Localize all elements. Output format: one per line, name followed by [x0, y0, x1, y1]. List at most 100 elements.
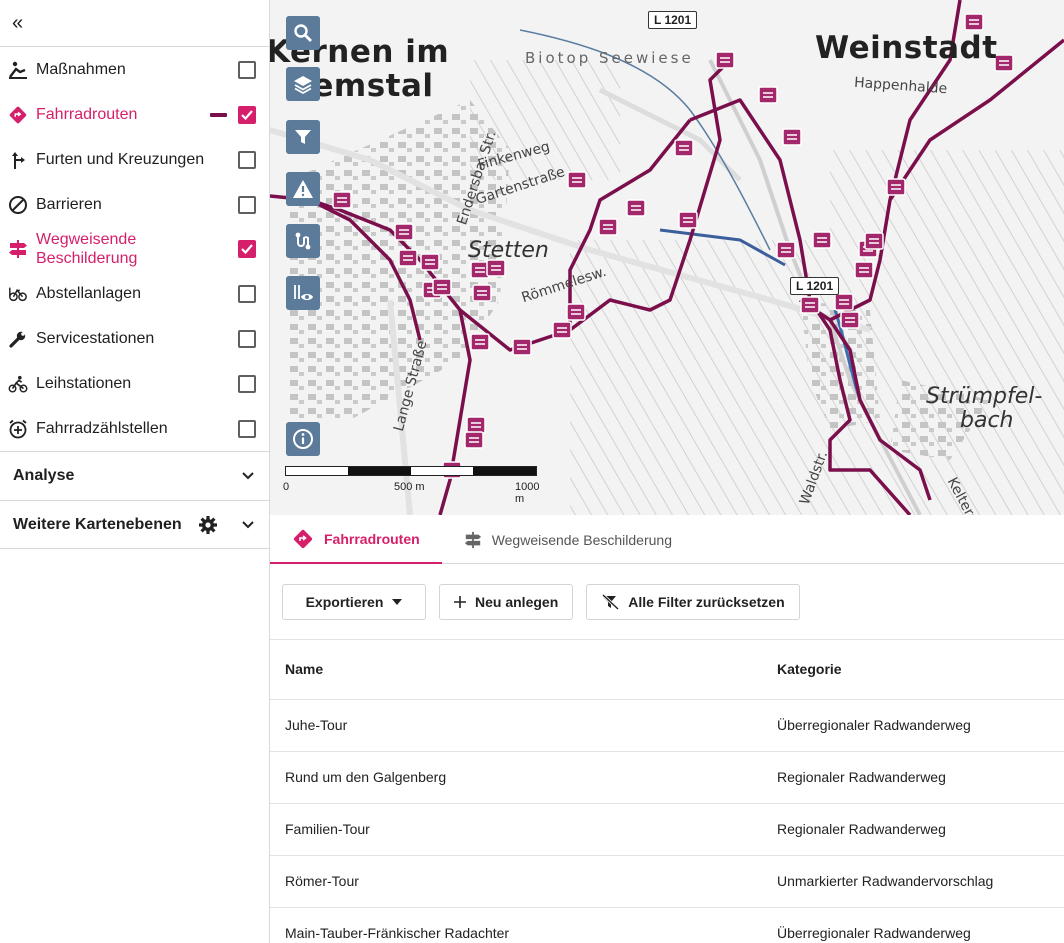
layer-checkbox[interactable]: [238, 150, 256, 169]
table-header-row: Name Kategorie: [270, 640, 1064, 700]
section-title: Analyse: [13, 467, 75, 484]
cell-category: Unmarkierter Radwandervorschlag: [777, 855, 1064, 908]
signpost-marker[interactable]: [466, 416, 486, 434]
checkmark-icon: [241, 244, 253, 255]
signpost-marker[interactable]: [398, 249, 418, 267]
signpost-marker[interactable]: [470, 333, 490, 351]
signpost-marker[interactable]: [834, 293, 854, 311]
tab-label: Fahrradrouten: [324, 530, 420, 547]
signpost-marker[interactable]: [994, 54, 1014, 72]
table-row[interactable]: Main-Tauber-Fränkischer Radachter Überre…: [270, 907, 1064, 943]
layer-label: Leihstationen: [36, 375, 132, 392]
reset-filters-label: Alle Filter zurücksetzen: [628, 593, 785, 610]
layer-checkbox[interactable]: [238, 60, 256, 79]
new-entry-button[interactable]: Neu anlegen: [439, 583, 574, 620]
routes-table: Name Kategorie Juhe-Tour Überregionaler …: [270, 640, 1064, 943]
column-header-category[interactable]: Kategorie: [777, 640, 1064, 700]
map-route-button[interactable]: [286, 224, 320, 258]
construction-worker-icon: [8, 60, 28, 80]
scale-label-1000: 1000 m: [515, 481, 540, 505]
signpost-marker[interactable]: [864, 232, 884, 250]
road-badge-l1201: L 1201: [790, 277, 840, 295]
signpost-marker[interactable]: [472, 284, 492, 302]
signpost-marker[interactable]: [715, 51, 735, 69]
table-toolbar: Exportieren Neu anlegen Alle Filter zurü…: [270, 564, 1064, 640]
signpost-marker[interactable]: [394, 223, 414, 241]
layer-item-barrieren[interactable]: Barrieren: [0, 182, 269, 227]
signpost-marker[interactable]: [567, 171, 587, 189]
signpost-marker[interactable]: [782, 128, 802, 146]
layer-item-fahrradrouten[interactable]: Fahrradrouten: [0, 92, 269, 137]
layer-item-zaehlstellen[interactable]: Fahrradzählstellen: [0, 406, 269, 451]
section-analyse[interactable]: Analyse: [0, 451, 269, 500]
signpost-marker[interactable]: [598, 218, 618, 236]
map-view[interactable]: Kernen im Remstal Weinstadt Stetten Strü…: [270, 0, 1064, 515]
layer-item-beschilderung[interactable]: Wegweisende Beschilderung: [0, 227, 269, 271]
panel-tabs: Fahrradrouten Wegweisende Beschilderung: [270, 515, 1064, 564]
signpost-marker[interactable]: [840, 311, 860, 329]
table-row[interactable]: Rund um den Galgenberg Regionaler Radwan…: [270, 751, 1064, 804]
signpost-marker[interactable]: [552, 321, 572, 339]
layer-label: Wegweisende Beschilderung: [36, 231, 138, 267]
layer-checkbox[interactable]: [238, 329, 256, 348]
table-row[interactable]: Juhe-Tour Überregionaler Radwanderweg: [270, 699, 1064, 752]
layer-checkbox[interactable]: [238, 374, 256, 393]
section-weitere-kartenebenen[interactable]: Weitere Kartenebenen: [0, 500, 269, 549]
plus-icon: [454, 595, 466, 608]
gear-icon[interactable]: [198, 515, 218, 535]
signpost-marker[interactable]: [812, 231, 832, 249]
chevron-down-icon: [242, 472, 254, 480]
prohibited-icon: [8, 195, 28, 215]
visibility-icon: [294, 285, 313, 300]
signpost-marker[interactable]: [332, 191, 352, 209]
signpost-marker[interactable]: [674, 139, 694, 157]
map-layers-button[interactable]: [286, 67, 320, 101]
layer-item-massnahmen[interactable]: Maßnahmen: [0, 47, 269, 92]
signpost-marker[interactable]: [566, 303, 586, 321]
column-header-name[interactable]: Name: [270, 640, 777, 700]
reset-filters-button[interactable]: Alle Filter zurücksetzen: [586, 583, 800, 620]
bike-rider-icon: [8, 374, 28, 394]
layer-checkbox[interactable]: [238, 240, 256, 258]
signpost-marker[interactable]: [886, 178, 906, 196]
signpost-marker[interactable]: [432, 278, 452, 296]
map-warning-button[interactable]: [286, 172, 320, 206]
layer-item-servicestationen[interactable]: Servicestationen: [0, 316, 269, 361]
signpost-marker[interactable]: [420, 253, 440, 271]
layer-checkbox[interactable]: [238, 105, 256, 124]
scalebar-segment: [473, 467, 536, 475]
signpost-marker[interactable]: [776, 241, 796, 259]
tab-wegweisende-beschilderung[interactable]: Wegweisende Beschilderung: [442, 515, 694, 564]
layer-item-furten[interactable]: Furten und Kreuzungen: [0, 137, 269, 182]
map-visibility-button[interactable]: [286, 276, 320, 310]
layer-item-abstellanlagen[interactable]: Abstellanlagen: [0, 271, 269, 316]
tab-fahrradrouten[interactable]: Fahrradrouten: [270, 515, 442, 564]
collapse-sidebar-button[interactable]: «: [0, 0, 269, 47]
layer-checkbox[interactable]: [238, 419, 256, 438]
layer-checkbox[interactable]: [238, 284, 256, 303]
signpost-marker[interactable]: [854, 261, 874, 279]
table-row[interactable]: Römer-Tour Unmarkierter Radwandervorschl…: [270, 855, 1064, 908]
signpost-marker[interactable]: [964, 13, 984, 31]
cell-name: Römer-Tour: [270, 855, 777, 908]
signpost-marker[interactable]: [512, 338, 532, 356]
search-icon: [294, 24, 312, 42]
export-button[interactable]: Exportieren: [282, 583, 426, 620]
data-panel: Fahrradrouten Wegweisende Beschilderung …: [270, 515, 1064, 943]
map-search-button[interactable]: [286, 16, 320, 50]
warning-icon: [293, 180, 313, 198]
map-scalebar: 0 500 m 1000 m: [283, 466, 539, 505]
map-filter-button[interactable]: [286, 120, 320, 154]
info-icon: [293, 429, 313, 449]
signpost-marker[interactable]: [800, 296, 820, 314]
table-row[interactable]: Familien-Tour Regionaler Radwanderweg: [270, 803, 1064, 856]
signpost-marker[interactable]: [678, 211, 698, 229]
signpost-marker[interactable]: [758, 86, 778, 104]
caret-down-icon: [392, 598, 403, 605]
signpost-marker[interactable]: [464, 431, 484, 449]
layer-item-leihstationen[interactable]: Leihstationen: [0, 361, 269, 406]
layer-checkbox[interactable]: [238, 195, 256, 214]
signpost-marker[interactable]: [626, 199, 646, 217]
map-info-button[interactable]: [286, 422, 320, 456]
fork-arrow-icon: [8, 150, 28, 170]
